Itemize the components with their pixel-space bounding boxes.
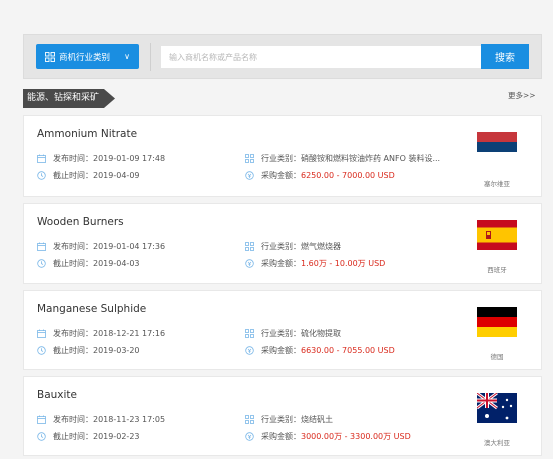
clock-icon bbox=[37, 432, 46, 441]
publish-label: 发布时间： bbox=[53, 329, 93, 338]
industry-value: 硝酸铵和燃料铵油炸药 ANFO 装料设... bbox=[301, 154, 441, 163]
chevron-down-icon: ∨ bbox=[124, 52, 130, 61]
spain-flag-icon bbox=[477, 220, 517, 250]
grid-icon bbox=[45, 51, 55, 62]
publish-time: 2018-11-23 17:05 bbox=[93, 415, 166, 424]
clock-icon bbox=[37, 259, 46, 268]
deadline-value: 2019-03-20 bbox=[93, 346, 140, 355]
category-label: 商机行业类别 bbox=[59, 52, 111, 63]
amount-value: 6250.00 - 7000.00 USD bbox=[301, 171, 395, 180]
calendar-icon bbox=[37, 329, 46, 338]
amount-row: 采购金额：3000.00万 - 3300.00万 USD bbox=[245, 431, 411, 442]
opportunity-card[interactable]: Bauxite 发布时间：2018-11-23 17:05 截止时间：2019-… bbox=[23, 376, 542, 456]
opportunity-card[interactable]: Wooden Burners 发布时间：2019-01-04 17:36 截止时… bbox=[23, 203, 542, 284]
industry-row: 行业类别：燃气燃烧器 bbox=[245, 241, 341, 252]
calendar-icon bbox=[37, 415, 46, 424]
deadline-label: 截止时间： bbox=[53, 346, 93, 355]
amount-label: 采购金额： bbox=[261, 259, 301, 268]
category-grid-icon bbox=[245, 329, 254, 338]
amount-row: 采购金额：1.60万 - 10.00万 USD bbox=[245, 258, 385, 269]
industry-label: 行业类别： bbox=[261, 242, 301, 251]
industry-row: 行业类别：烧结矾土 bbox=[245, 414, 333, 425]
more-link[interactable]: 更多>> bbox=[508, 90, 536, 101]
industry-label: 行业类别： bbox=[261, 415, 301, 424]
country-name: 塞尔维亚 bbox=[484, 180, 510, 188]
category-grid-icon bbox=[245, 415, 254, 424]
card-title[interactable]: Bauxite bbox=[37, 389, 77, 401]
category-grid-icon bbox=[245, 242, 254, 251]
yen-coin-icon bbox=[245, 171, 254, 180]
deadline-label: 截止时间： bbox=[53, 259, 93, 268]
serbia-flag-icon bbox=[477, 132, 517, 162]
deadline-label: 截止时间： bbox=[53, 432, 93, 441]
opportunity-card[interactable]: Ammonium Nitrate 发布时间：2019-01-09 17:48 截… bbox=[23, 115, 542, 197]
publish-time: 2019-01-04 17:36 bbox=[93, 242, 166, 251]
card-title[interactable]: Manganese Sulphide bbox=[37, 303, 146, 315]
publish-label: 发布时间： bbox=[53, 242, 93, 251]
opportunity-card[interactable]: Manganese Sulphide 发布时间：2018-12-21 17:16… bbox=[23, 290, 542, 370]
category-grid-icon bbox=[245, 154, 254, 163]
amount-value: 3000.00万 - 3300.00万 USD bbox=[301, 432, 411, 441]
publish-time-row: 发布时间：2018-12-21 17:16 bbox=[37, 328, 165, 339]
publish-time-row: 发布时间：2019-01-04 17:36 bbox=[37, 241, 165, 252]
australia-flag-icon bbox=[477, 393, 517, 423]
industry-value: 硫化物提取 bbox=[301, 329, 341, 338]
clock-icon bbox=[37, 171, 46, 180]
deadline-row: 截止时间：2019-02-23 bbox=[37, 431, 140, 442]
publish-time: 2018-12-21 17:16 bbox=[93, 329, 166, 338]
industry-value: 烧结矾土 bbox=[301, 415, 333, 424]
publish-time-row: 发布时间：2019-01-09 17:48 bbox=[37, 153, 165, 164]
divider bbox=[150, 43, 151, 71]
deadline-row: 截止时间：2019-03-20 bbox=[37, 345, 140, 356]
publish-time-row: 发布时间：2018-11-23 17:05 bbox=[37, 414, 165, 425]
search-button[interactable]: 搜索 bbox=[481, 44, 529, 69]
country-name: 西班牙 bbox=[487, 266, 507, 274]
country-name: 澳大利亚 bbox=[484, 439, 510, 447]
yen-coin-icon bbox=[245, 432, 254, 441]
country-name: 德国 bbox=[490, 353, 504, 361]
industry-value: 燃气燃烧器 bbox=[301, 242, 341, 251]
card-title[interactable]: Wooden Burners bbox=[37, 216, 124, 228]
deadline-value: 2019-04-09 bbox=[93, 171, 140, 180]
germany-flag-icon bbox=[477, 307, 517, 337]
publish-label: 发布时间： bbox=[53, 154, 93, 163]
deadline-row: 截止时间：2019-04-09 bbox=[37, 170, 140, 181]
card-title[interactable]: Ammonium Nitrate bbox=[37, 128, 137, 140]
yen-coin-icon bbox=[245, 346, 254, 355]
publish-label: 发布时间： bbox=[53, 415, 93, 424]
amount-value: 6630.00 - 7055.00 USD bbox=[301, 346, 395, 355]
publish-time: 2019-01-09 17:48 bbox=[93, 154, 166, 163]
yen-coin-icon bbox=[245, 259, 254, 268]
amount-row: 采购金额：6250.00 - 7000.00 USD bbox=[245, 170, 395, 181]
amount-label: 采购金额： bbox=[261, 346, 301, 355]
deadline-row: 截止时间：2019-04-03 bbox=[37, 258, 140, 269]
deadline-value: 2019-04-03 bbox=[93, 259, 140, 268]
amount-label: 采购金额： bbox=[261, 432, 301, 441]
industry-label: 行业类别： bbox=[261, 154, 301, 163]
deadline-label: 截止时间： bbox=[53, 171, 93, 180]
industry-row: 行业类别：硫化物提取 bbox=[245, 328, 341, 339]
category-dropdown-button[interactable]: 商机行业类别 ∨ bbox=[36, 44, 139, 69]
calendar-icon bbox=[37, 154, 46, 163]
clock-icon bbox=[37, 346, 46, 355]
amount-label: 采购金额： bbox=[261, 171, 301, 180]
industry-label: 行业类别： bbox=[261, 329, 301, 338]
industry-row: 行业类别：硝酸铵和燃料铵油炸药 ANFO 装料设... bbox=[245, 153, 440, 164]
search-bar: 商机行业类别 ∨ 搜索 bbox=[23, 34, 542, 79]
search-input[interactable] bbox=[161, 46, 481, 68]
calendar-icon bbox=[37, 242, 46, 251]
amount-row: 采购金额：6630.00 - 7055.00 USD bbox=[245, 345, 395, 356]
deadline-value: 2019-02-23 bbox=[93, 432, 140, 441]
section-title: 能源、钻探和采矿 bbox=[23, 89, 116, 108]
amount-value: 1.60万 - 10.00万 USD bbox=[301, 259, 386, 268]
